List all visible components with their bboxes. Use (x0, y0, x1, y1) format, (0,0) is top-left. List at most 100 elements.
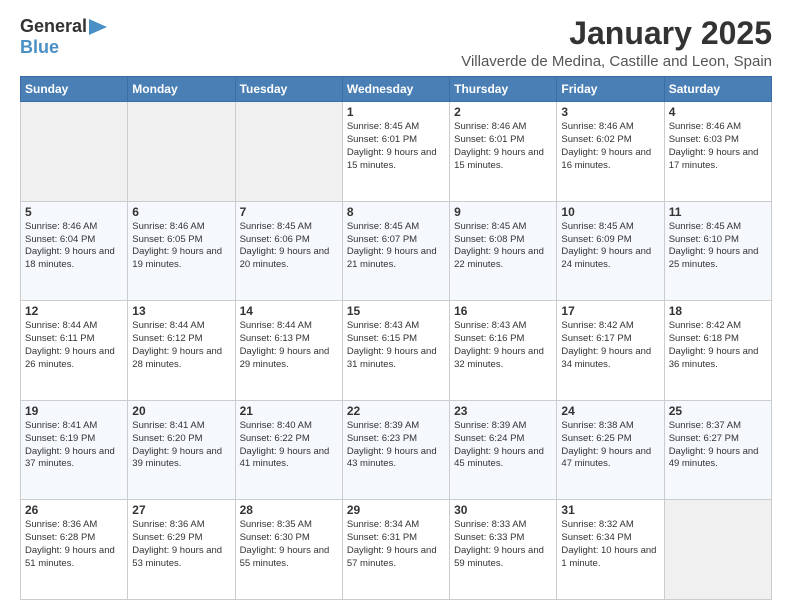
day-number: 14 (240, 304, 338, 318)
day-number: 17 (561, 304, 659, 318)
day-info: Sunrise: 8:32 AM Sunset: 6:34 PM Dayligh… (561, 519, 659, 570)
day-number: 16 (454, 304, 552, 318)
day-info: Sunrise: 8:44 AM Sunset: 6:12 PM Dayligh… (132, 320, 230, 371)
table-row: 20 Sunrise: 8:41 AM Sunset: 6:20 PM Dayli… (128, 400, 235, 500)
calendar-week-row: 26 Sunrise: 8:36 AM Sunset: 6:28 PM Dayli… (21, 500, 772, 600)
logo-general: General (20, 16, 87, 37)
table-row: 31 Sunrise: 8:32 AM Sunset: 6:34 PM Dayli… (557, 500, 664, 600)
day-number: 3 (561, 105, 659, 119)
calendar-body: 1Sunrise: 8:45 AM Sunset: 6:01 PM Daylig… (21, 102, 772, 600)
calendar-week-row: 19 Sunrise: 8:41 AM Sunset: 6:19 PM Dayli… (21, 400, 772, 500)
day-number: 27 (132, 503, 230, 517)
day-number: 8 (347, 205, 445, 219)
table-row: 23 Sunrise: 8:39 AM Sunset: 6:24 PM Dayli… (450, 400, 557, 500)
table-row: 30Sunrise: 8:33 AM Sunset: 6:33 PM Dayli… (450, 500, 557, 600)
day-info: Sunrise: 8:37 AM Sunset: 6:27 PM Dayligh… (669, 420, 767, 471)
day-number: 15 (347, 304, 445, 318)
table-row: 16 Sunrise: 8:43 AM Sunset: 6:16 PM Dayli… (450, 301, 557, 401)
day-number: 30 (454, 503, 552, 517)
calendar-week-row: 5Sunrise: 8:46 AM Sunset: 6:04 PM Daylig… (21, 201, 772, 301)
table-row: 29 Sunrise: 8:34 AM Sunset: 6:31 PM Dayli… (342, 500, 449, 600)
table-row: 26 Sunrise: 8:36 AM Sunset: 6:28 PM Dayli… (21, 500, 128, 600)
day-number: 23 (454, 404, 552, 418)
table-row: 11Sunrise: 8:45 AM Sunset: 6:10 PM Dayli… (664, 201, 771, 301)
table-row: 14 Sunrise: 8:44 AM Sunset: 6:13 PM Dayli… (235, 301, 342, 401)
table-row: 10 Sunrise: 8:45 AM Sunset: 6:09 PM Dayli… (557, 201, 664, 301)
table-row: 8 Sunrise: 8:45 AM Sunset: 6:07 PM Daylig… (342, 201, 449, 301)
day-info: Sunrise: 8:41 AM Sunset: 6:20 PM Dayligh… (132, 420, 230, 471)
header-sunday: Sunday (21, 77, 128, 102)
table-row: 25Sunrise: 8:37 AM Sunset: 6:27 PM Dayli… (664, 400, 771, 500)
table-row: 17 Sunrise: 8:42 AM Sunset: 6:17 PM Dayli… (557, 301, 664, 401)
table-row: 28 Sunrise: 8:35 AM Sunset: 6:30 PM Dayli… (235, 500, 342, 600)
day-number: 6 (132, 205, 230, 219)
day-info: Sunrise: 8:41 AM Sunset: 6:19 PM Dayligh… (25, 420, 123, 471)
day-info: Sunrise: 8:45 AM Sunset: 6:10 PM Dayligh… (669, 221, 767, 272)
table-row: 7 Sunrise: 8:45 AM Sunset: 6:06 PM Daylig… (235, 201, 342, 301)
day-info: Sunrise: 8:38 AM Sunset: 6:25 PM Dayligh… (561, 420, 659, 471)
day-info: Sunrise: 8:45 AM Sunset: 6:06 PM Dayligh… (240, 221, 338, 272)
day-info: Sunrise: 8:35 AM Sunset: 6:30 PM Dayligh… (240, 519, 338, 570)
day-number: 2 (454, 105, 552, 119)
table-row (664, 500, 771, 600)
table-row: 3Sunrise: 8:46 AM Sunset: 6:02 PM Daylig… (557, 102, 664, 202)
day-info: Sunrise: 8:39 AM Sunset: 6:24 PM Dayligh… (454, 420, 552, 471)
day-info: Sunrise: 8:44 AM Sunset: 6:13 PM Dayligh… (240, 320, 338, 371)
day-info: Sunrise: 8:45 AM Sunset: 6:07 PM Dayligh… (347, 221, 445, 272)
table-row: 18 Sunrise: 8:42 AM Sunset: 6:18 PM Dayli… (664, 301, 771, 401)
day-number: 18 (669, 304, 767, 318)
day-number: 29 (347, 503, 445, 517)
day-number: 1 (347, 105, 445, 119)
day-info: Sunrise: 8:36 AM Sunset: 6:29 PM Dayligh… (132, 519, 230, 570)
logo-arrow-icon (89, 19, 107, 35)
day-number: 28 (240, 503, 338, 517)
day-info: Sunrise: 8:46 AM Sunset: 6:05 PM Dayligh… (132, 221, 230, 272)
header-monday: Monday (128, 77, 235, 102)
table-row: 4Sunrise: 8:46 AM Sunset: 6:03 PM Daylig… (664, 102, 771, 202)
day-info: Sunrise: 8:43 AM Sunset: 6:16 PM Dayligh… (454, 320, 552, 371)
day-number: 7 (240, 205, 338, 219)
day-number: 9 (454, 205, 552, 219)
month-title: January 2025 (461, 16, 772, 51)
day-number: 13 (132, 304, 230, 318)
logo: General Blue (20, 16, 107, 58)
table-row: 9Sunrise: 8:45 AM Sunset: 6:08 PM Daylig… (450, 201, 557, 301)
table-row: 6 Sunrise: 8:46 AM Sunset: 6:05 PM Daylig… (128, 201, 235, 301)
day-number: 31 (561, 503, 659, 517)
day-info: Sunrise: 8:43 AM Sunset: 6:15 PM Dayligh… (347, 320, 445, 371)
title-section: January 2025 Villaverde de Medina, Casti… (461, 16, 772, 70)
logo-blue: Blue (20, 37, 59, 58)
header-wednesday: Wednesday (342, 77, 449, 102)
day-number: 24 (561, 404, 659, 418)
day-info: Sunrise: 8:46 AM Sunset: 6:03 PM Dayligh… (669, 121, 767, 172)
header-thursday: Thursday (450, 77, 557, 102)
day-number: 26 (25, 503, 123, 517)
header-saturday: Saturday (664, 77, 771, 102)
calendar-week-row: 1Sunrise: 8:45 AM Sunset: 6:01 PM Daylig… (21, 102, 772, 202)
table-row: 19 Sunrise: 8:41 AM Sunset: 6:19 PM Dayli… (21, 400, 128, 500)
calendar-header-row: Sunday Monday Tuesday Wednesday Thursday… (21, 77, 772, 102)
day-number: 19 (25, 404, 123, 418)
table-row: 27 Sunrise: 8:36 AM Sunset: 6:29 PM Dayli… (128, 500, 235, 600)
day-number: 10 (561, 205, 659, 219)
day-number: 20 (132, 404, 230, 418)
day-number: 12 (25, 304, 123, 318)
table-row: 2Sunrise: 8:46 AM Sunset: 6:01 PM Daylig… (450, 102, 557, 202)
table-row: 1Sunrise: 8:45 AM Sunset: 6:01 PM Daylig… (342, 102, 449, 202)
day-info: Sunrise: 8:45 AM Sunset: 6:09 PM Dayligh… (561, 221, 659, 272)
table-row (235, 102, 342, 202)
calendar-week-row: 12 Sunrise: 8:44 AM Sunset: 6:11 PM Dayli… (21, 301, 772, 401)
day-number: 22 (347, 404, 445, 418)
day-info: Sunrise: 8:34 AM Sunset: 6:31 PM Dayligh… (347, 519, 445, 570)
day-info: Sunrise: 8:44 AM Sunset: 6:11 PM Dayligh… (25, 320, 123, 371)
day-number: 5 (25, 205, 123, 219)
table-row (21, 102, 128, 202)
day-info: Sunrise: 8:40 AM Sunset: 6:22 PM Dayligh… (240, 420, 338, 471)
table-row: 21Sunrise: 8:40 AM Sunset: 6:22 PM Dayli… (235, 400, 342, 500)
calendar-table: Sunday Monday Tuesday Wednesday Thursday… (20, 76, 772, 600)
day-info: Sunrise: 8:36 AM Sunset: 6:28 PM Dayligh… (25, 519, 123, 570)
page: General Blue January 2025 Villaverde de … (0, 0, 792, 612)
day-info: Sunrise: 8:42 AM Sunset: 6:17 PM Dayligh… (561, 320, 659, 371)
table-row: 22Sunrise: 8:39 AM Sunset: 6:23 PM Dayli… (342, 400, 449, 500)
day-info: Sunrise: 8:42 AM Sunset: 6:18 PM Dayligh… (669, 320, 767, 371)
